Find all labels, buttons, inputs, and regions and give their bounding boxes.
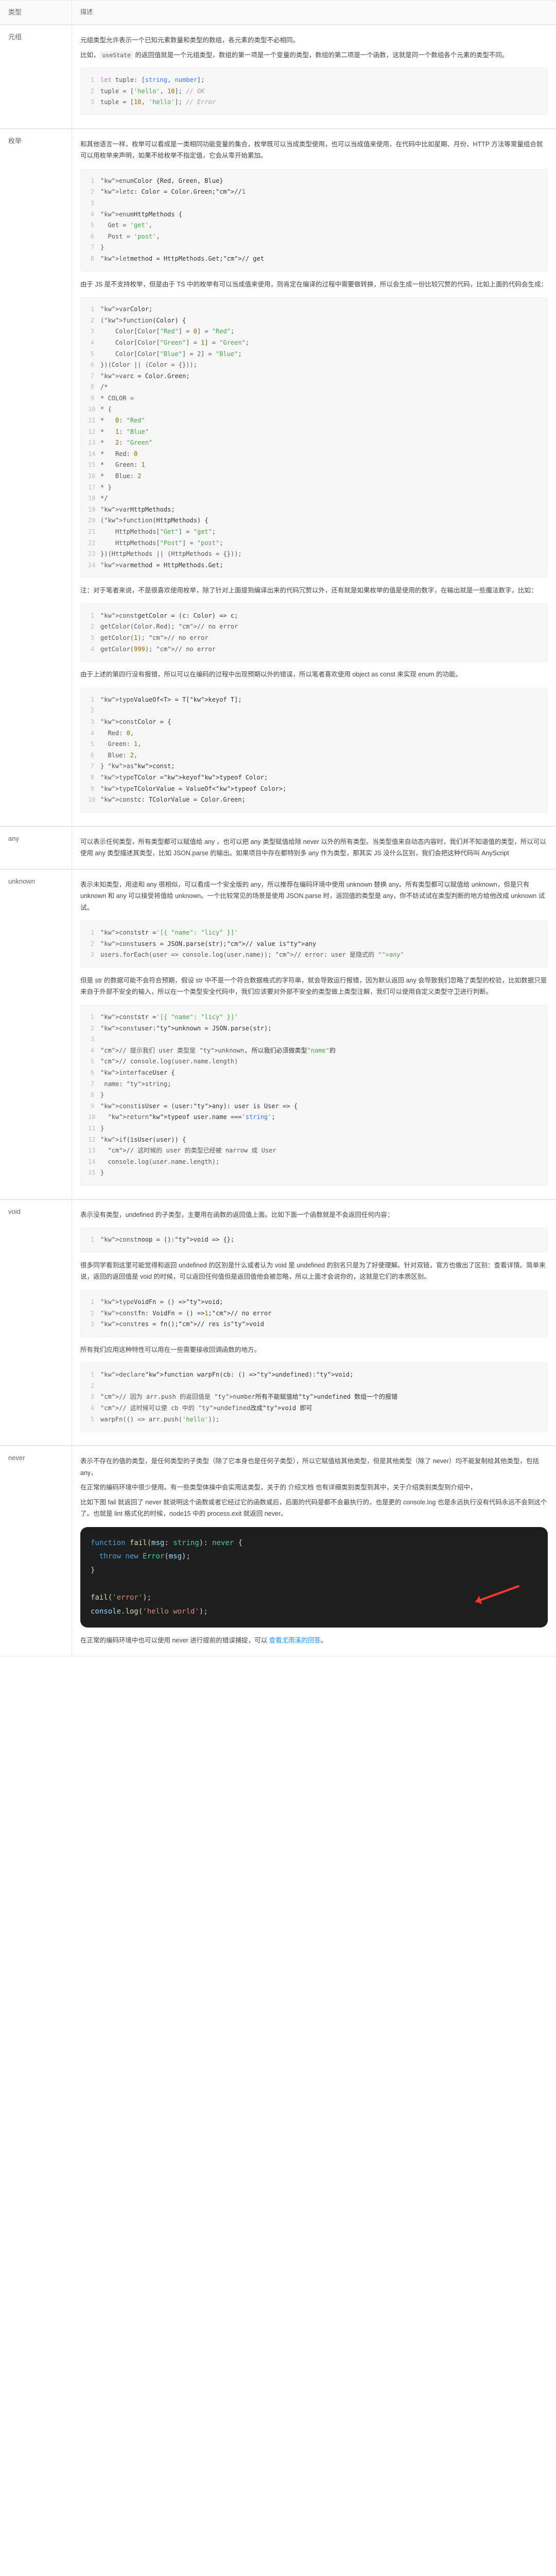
type-label: 元组 [0, 25, 72, 128]
table-header: 类型 描述 [0, 0, 556, 25]
type-desc: 表示没有类型，undefined 的子类型，主要用在函数的返回值上面。比如下面一… [72, 1200, 556, 1445]
type-desc: 和其他语言一样，枚举可以看成是一类相同功能变量的集合，枚举既可以当成类型使用，也… [72, 129, 556, 826]
row-void: void 表示没有类型，undefined 的子类型，主要用在函数的返回值上面。… [0, 1199, 556, 1446]
code-block-dark: function fail(msg: string): never { thro… [80, 1527, 548, 1628]
para: 在正常的编码环境中也可以使用 never 进行提前的错误捕捉，可以 查看尤雨溪的… [80, 1635, 548, 1647]
para: 表示未知类型，用途和 any 很相似，可以看成一个安全版的 any，所以推荐在编… [80, 879, 548, 914]
para: 比如，useState 的返回值就是一个元组类型，数组的第一项是一个变量的类型，… [80, 49, 548, 61]
code-block: 1"kw">var Color;2("kw">function (Color) … [80, 297, 548, 578]
row-enum: 枚举 和其他语言一样，枚举可以看成是一类相同功能变量的集合，枚举既可以当成类型使… [0, 129, 556, 826]
code-block: 1"kw">type VoidFn = () => "ty">void;2"kw… [80, 1290, 548, 1337]
para: 在正常的编码环境中很少使用。有一些类型体操中会实用这类型，关于的 介绍文档 也有… [80, 1482, 548, 1494]
para: 和其他语言一样，枚举可以看成是一类相同功能变量的集合，枚举既可以当成类型使用，也… [80, 139, 548, 162]
code-block: 1"kw">const str = '[{ "name": "licy" }]'… [80, 1005, 548, 1185]
para: 由于 JS 是不支持枚举，但是由于 TS 中的枚举有可以当成值来使用，则肯定在编… [80, 279, 548, 291]
type-label: never [0, 1446, 72, 1656]
type-desc: 可以表示任何类型，所有类型都可以赋值给 any ，也可以把 any 类型赋值给除… [72, 827, 556, 869]
row-never: never 表示不存在的值的类型，是任何类型的子类型（除了它本身也是任何子类型）… [0, 1446, 556, 1656]
para: 可以表示任何类型，所有类型都可以赋值给 any ，也可以把 any 类型赋值给除… [80, 836, 548, 859]
row-tuple: 元组 元组类型允许表示一个已知元素数量和类型的数组，各元素的类型不必相同。 比如… [0, 25, 556, 129]
code-block: 1"kw">const noop = (): "ty">void => {}; [80, 1228, 548, 1252]
para: 比如下图 fail 就返回了 never 就说明这个函数或者它经过它的函数或后，… [80, 1497, 548, 1520]
type-label: 枚举 [0, 129, 72, 826]
inline-code: useState [100, 51, 133, 59]
row-any: any 可以表示任何类型，所有类型都可以赋值给 any ，也可以把 any 类型… [0, 826, 556, 869]
code-block: 1"kw">const getColor = (c: Color) => c;2… [80, 604, 548, 662]
para: 注：对于笔者来说，不是很喜欢使用枚举，除了针对上面提到编译出来的代码冗赘以外，还… [80, 585, 548, 597]
para: 但是 str 的数据可能不会符合预期，假设 str 中不是一个符合数据格式的字符… [80, 975, 548, 998]
para: 所有我们应用这种特性可以用在一些需要接收回调函数的地方。 [80, 1344, 548, 1356]
code-block: 1"kw">enum Color {Red, Green, Blue}2"kw"… [80, 169, 548, 272]
para: 表示不存在的值的类型，是任何类型的子类型（除了它本身也是任何子类型），所以它赋值… [80, 1455, 548, 1479]
para: 很多同学看到这里可能觉得和返回 undefined 的区别是什么或者认为 voi… [80, 1260, 548, 1283]
link[interactable]: 查看尤雨溪的回答 [269, 1637, 321, 1644]
code-block: 1"kw">type ValueOf<T> = T["kw">keyof T];… [80, 688, 548, 812]
type-desc: 元组类型允许表示一个已知元素数量和类型的数组，各元素的类型不必相同。 比如，us… [72, 25, 556, 128]
type-desc: 表示未知类型，用途和 any 很相似，可以看成一个安全版的 any，所以推荐在编… [72, 870, 556, 1199]
para: 表示没有类型，undefined 的子类型，主要用在函数的返回值上面。比如下面一… [80, 1209, 548, 1221]
type-label: any [0, 827, 72, 869]
header-type: 类型 [0, 1, 72, 24]
type-desc: 表示不存在的值的类型，是任何类型的子类型（除了它本身也是任何子类型），所以它赋值… [72, 1446, 556, 1656]
type-label: unknown [0, 870, 72, 1199]
code-block: 1"kw">declare "kw">function warpFn(cb: (… [80, 1363, 548, 1432]
type-label: void [0, 1200, 72, 1445]
para: 元组类型允许表示一个已知元素数量和类型的数组，各元素的类型不必相同。 [80, 35, 548, 46]
row-unknown: unknown 表示未知类型，用途和 any 很相似，可以看成一个安全版的 an… [0, 869, 556, 1199]
para: 由于上述的第四行没有报错，所以可以在编码的过程中出现预期以外的错误，所以笔者喜欢… [80, 669, 548, 681]
code-block: 1"kw">const str = '[{ "name": "licy" }]'… [80, 921, 548, 968]
header-desc: 描述 [72, 1, 556, 24]
code-block: 1let tuple: [string, number]; 2tuple = [… [80, 68, 548, 115]
